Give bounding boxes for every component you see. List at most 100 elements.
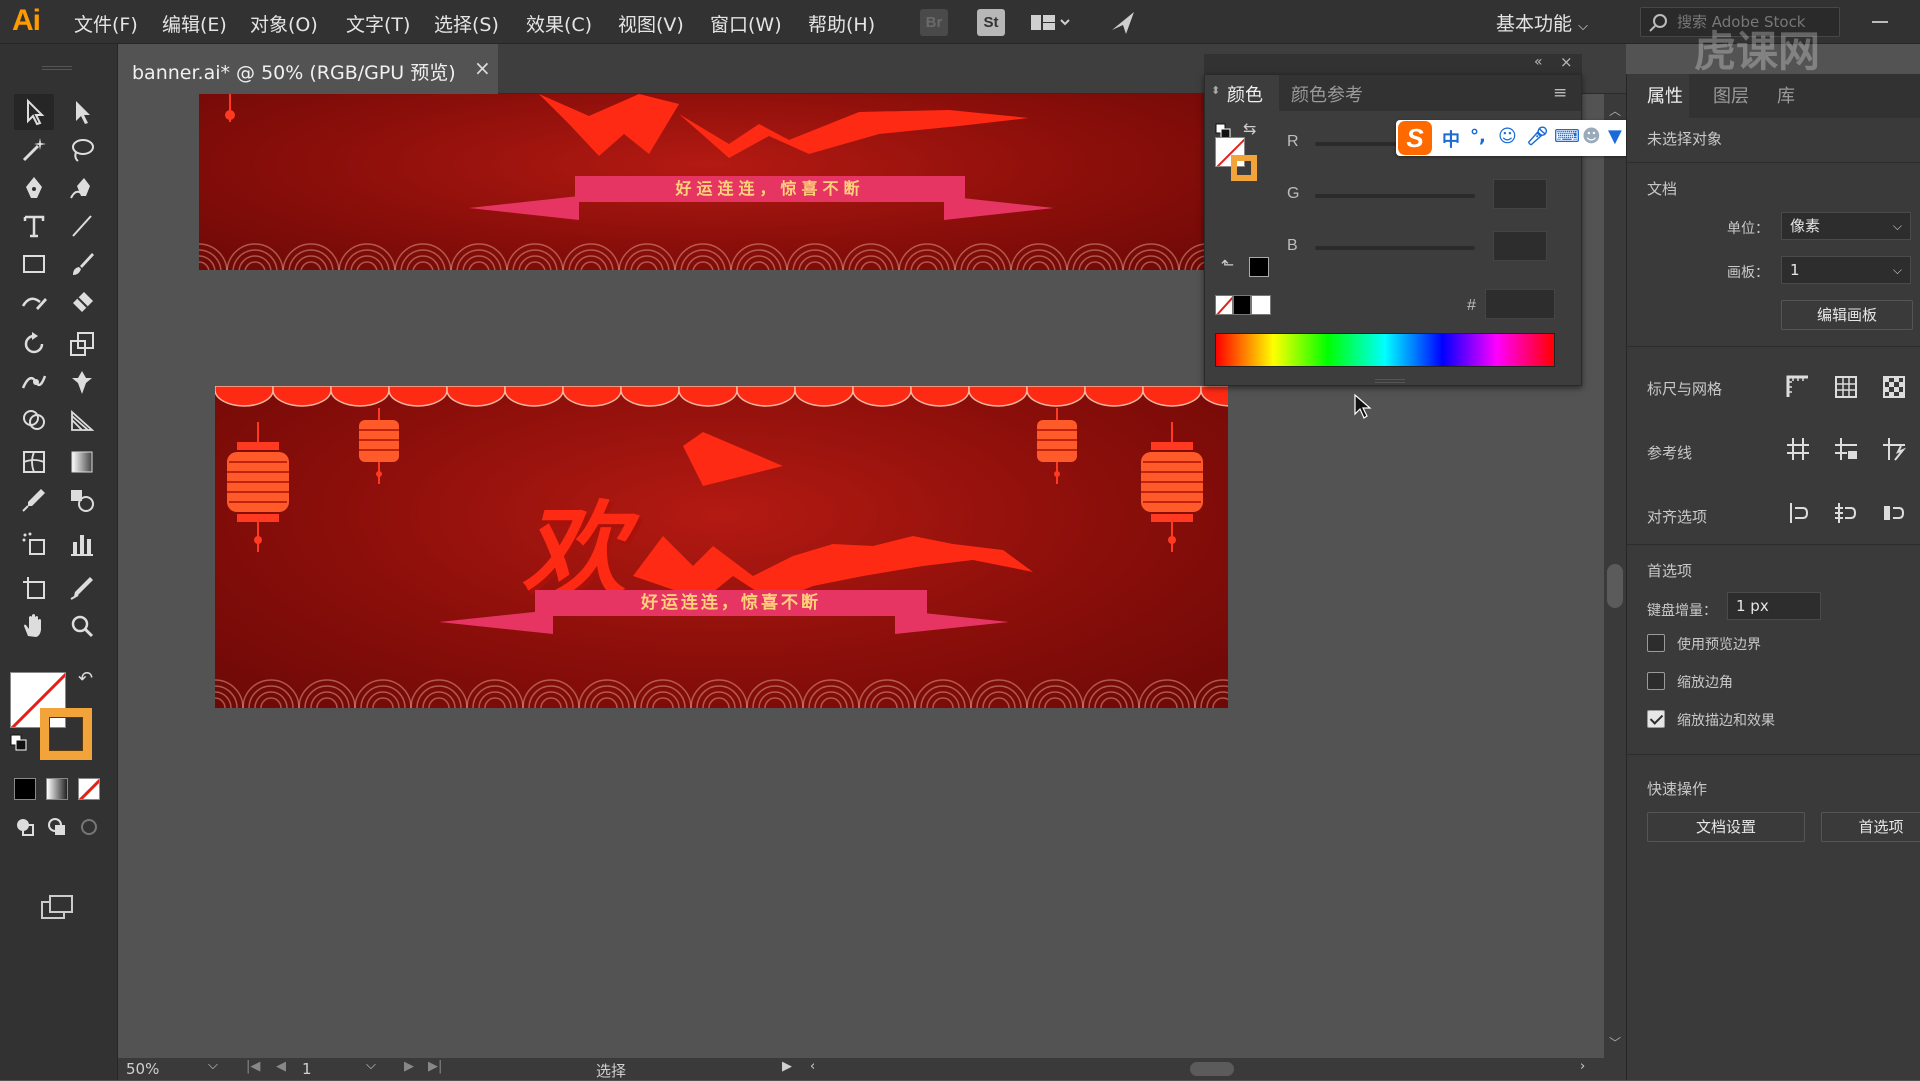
artboard-top-banner[interactable]: 好运连连，惊喜不断 xyxy=(199,94,1220,270)
color-spectrum[interactable] xyxy=(1215,333,1555,367)
menu-help[interactable]: 帮助(H) xyxy=(808,10,875,37)
next-artboard-icon[interactable]: ▶ xyxy=(404,1059,414,1074)
stock-button[interactable]: St xyxy=(977,9,1005,36)
tab-properties[interactable]: 属性 xyxy=(1647,82,1683,108)
ime-punctuation-icon[interactable]: °, xyxy=(1470,126,1486,147)
zoom-tool-icon[interactable] xyxy=(62,608,102,644)
eraser-tool-icon[interactable] xyxy=(62,284,102,320)
last-artboard-icon[interactable]: ▶| xyxy=(428,1059,442,1074)
none-swatch[interactable] xyxy=(1215,295,1233,315)
scroll-down-icon[interactable]: ﹀ xyxy=(1609,1034,1621,1051)
zoom-dropdown-icon[interactable]: ⌵ xyxy=(208,1058,218,1073)
hscroll-thumb[interactable] xyxy=(1190,1062,1234,1076)
show-guides-icon[interactable] xyxy=(1783,434,1813,464)
close-tab-icon[interactable]: × xyxy=(474,56,491,80)
mesh-tool-icon[interactable] xyxy=(14,444,54,480)
column-graph-tool-icon[interactable] xyxy=(62,526,102,562)
menu-file[interactable]: 文件(F) xyxy=(74,10,138,37)
edit-artboards-button[interactable]: 编辑画板 xyxy=(1781,300,1913,330)
tab-layers[interactable]: 图层 xyxy=(1713,82,1749,108)
toolbar-grip[interactable] xyxy=(42,66,72,70)
transparency-grid-icon[interactable] xyxy=(1879,372,1909,402)
swap-fill-stroke-icon[interactable]: ↶ xyxy=(78,668,93,689)
panel-menu-icon[interactable]: ≡ xyxy=(1553,83,1567,103)
b-value-input[interactable] xyxy=(1493,231,1547,261)
panel-collapse-icon[interactable]: « xyxy=(1534,54,1543,70)
artboard-dropdown[interactable]: 1 ⌵ xyxy=(1781,256,1911,284)
tab-libraries[interactable]: 库 xyxy=(1777,82,1795,108)
menu-view[interactable]: 视图(V) xyxy=(618,10,684,37)
paintbrush-tool-icon[interactable] xyxy=(62,246,102,282)
eyedropper-tool-icon[interactable] xyxy=(14,482,54,518)
stroke-swatch[interactable] xyxy=(40,708,92,760)
hex-input[interactable] xyxy=(1485,289,1555,319)
minimize-icon[interactable] xyxy=(1868,10,1892,34)
ime-toolbar[interactable]: S 中 °, ☺ 🎤︎ ⌨ ☻ ▼ ▦ xyxy=(1396,120,1656,156)
menu-window[interactable]: 窗口(W) xyxy=(710,10,782,37)
scroll-up-icon[interactable]: ︿ xyxy=(1609,102,1621,119)
ime-logo-icon[interactable]: S xyxy=(1398,121,1432,155)
ime-emoji-icon[interactable]: ☺ xyxy=(1498,126,1517,147)
white-swatch[interactable] xyxy=(1251,295,1271,315)
gpu-performance-icon[interactable] xyxy=(1108,8,1138,38)
scale-tool-icon[interactable] xyxy=(62,326,102,362)
gradient-mode-icon[interactable] xyxy=(46,778,68,800)
swap-colors-icon[interactable]: ⇆ xyxy=(1243,119,1256,138)
panel-resize-grip[interactable] xyxy=(1375,379,1405,383)
blend-tool-icon[interactable] xyxy=(62,482,102,518)
symbol-sprayer-tool-icon[interactable] xyxy=(14,526,54,562)
menu-edit[interactable]: 编辑(E) xyxy=(162,10,227,37)
panel-stroke-swatch[interactable] xyxy=(1231,155,1257,181)
width-tool-icon[interactable] xyxy=(14,364,54,400)
tab-color-guide[interactable]: 颜色参考 xyxy=(1291,81,1363,107)
scale-corners-checkbox[interactable] xyxy=(1647,672,1665,690)
color-mode-icon[interactable] xyxy=(14,778,36,800)
magic-wand-tool-icon[interactable] xyxy=(14,132,54,168)
hscroll-right-icon[interactable]: › xyxy=(1580,1059,1585,1074)
units-dropdown[interactable]: 像素 ⌵ xyxy=(1781,212,1911,240)
direct-selection-tool-icon[interactable] xyxy=(62,94,102,130)
ime-keyboard-icon[interactable]: ⌨ xyxy=(1554,126,1580,147)
rotate-tool-icon[interactable] xyxy=(14,326,54,362)
ime-mode-indicator[interactable]: 中 xyxy=(1442,126,1460,152)
lasso-tool-icon[interactable] xyxy=(62,132,102,168)
selection-tool-icon[interactable] xyxy=(14,94,54,130)
preferences-button[interactable]: 首选项 xyxy=(1821,812,1920,842)
shaper-tool-icon[interactable] xyxy=(14,284,54,320)
menu-effect[interactable]: 效果(C) xyxy=(526,10,592,37)
grid-icon[interactable] xyxy=(1831,372,1861,402)
artboard-number[interactable]: 1 xyxy=(302,1060,312,1078)
line-segment-tool-icon[interactable] xyxy=(62,208,102,244)
snap-to-glyph-icon[interactable] xyxy=(1879,498,1909,528)
lock-guides-icon[interactable] xyxy=(1831,434,1861,464)
gradient-tool-icon[interactable] xyxy=(62,444,102,480)
draw-behind-icon[interactable] xyxy=(46,816,68,838)
status-menu-icon[interactable]: ▶ xyxy=(782,1059,792,1074)
menu-type[interactable]: 文字(T) xyxy=(346,10,410,37)
artboard-main-banner[interactable]: 欢 好运连连，惊喜不断 xyxy=(215,386,1228,708)
scale-strokes-effects-checkbox[interactable] xyxy=(1647,710,1665,728)
menu-select[interactable]: 选择(S) xyxy=(434,10,499,37)
vertical-scrollbar[interactable]: ︿ ﹀ xyxy=(1604,94,1626,1058)
draw-normal-icon[interactable] xyxy=(14,816,36,838)
zoom-level[interactable]: 50% xyxy=(126,1060,159,1078)
ime-skin-icon[interactable]: ▼ xyxy=(1608,126,1622,147)
closest-color-swatch[interactable] xyxy=(1249,257,1269,277)
panel-close-icon[interactable]: × xyxy=(1560,53,1573,71)
g-slider[interactable] xyxy=(1315,194,1475,198)
tab-color[interactable]: 颜色 xyxy=(1227,81,1263,107)
pen-tool-icon[interactable] xyxy=(14,170,54,206)
document-setup-button[interactable]: 文档设置 xyxy=(1647,812,1805,842)
curvature-tool-icon[interactable] xyxy=(62,170,102,206)
hand-tool-icon[interactable] xyxy=(14,608,54,644)
perspective-grid-tool-icon[interactable] xyxy=(62,402,102,438)
puppet-warp-tool-icon[interactable] xyxy=(62,364,102,400)
prev-artboard-icon[interactable]: ◀ xyxy=(276,1059,286,1074)
shape-builder-tool-icon[interactable] xyxy=(14,402,54,438)
out-of-gamut-icon[interactable]: ⬑ xyxy=(1221,255,1234,274)
document-tab[interactable]: banner.ai* @ 50% (RGB/GPU 预览) × xyxy=(118,44,498,94)
snap-to-point-icon[interactable] xyxy=(1783,498,1813,528)
draw-inside-icon[interactable] xyxy=(78,816,100,838)
rectangle-tool-icon[interactable] xyxy=(14,246,54,282)
ime-user-icon[interactable]: ☻ xyxy=(1582,126,1601,147)
